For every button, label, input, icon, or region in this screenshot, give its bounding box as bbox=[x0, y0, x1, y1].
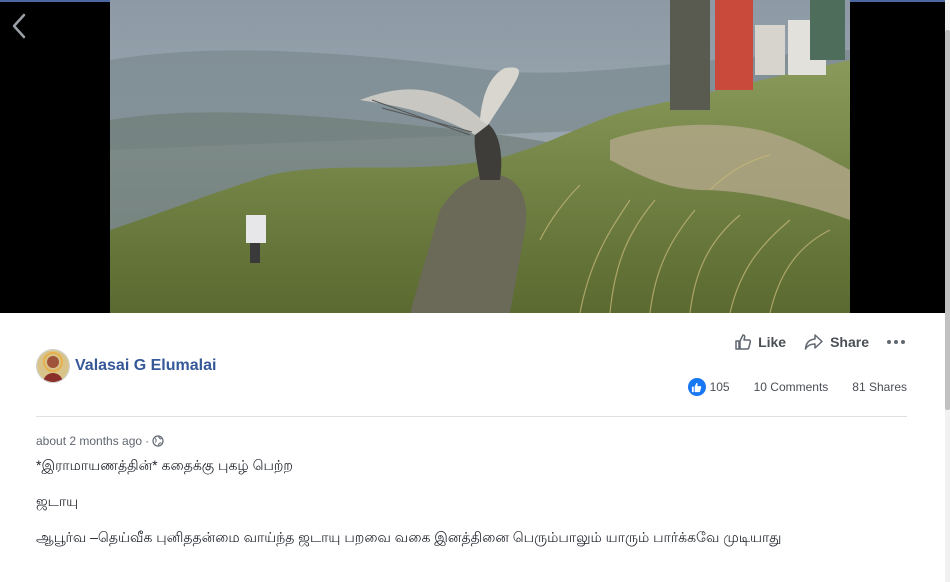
share-label: Share bbox=[830, 334, 869, 350]
meta-separator: · bbox=[145, 434, 150, 448]
like-label: Like bbox=[758, 334, 787, 350]
scrollbar-thumb[interactable] bbox=[945, 30, 950, 410]
author-avatar[interactable] bbox=[36, 349, 70, 383]
video-still-image bbox=[110, 0, 850, 313]
video-frame[interactable] bbox=[110, 0, 850, 313]
share-button[interactable]: Share bbox=[804, 333, 869, 351]
reactions-count[interactable]: 105 bbox=[687, 378, 730, 396]
globe-icon[interactable] bbox=[152, 435, 164, 447]
post-stats: 105 10 Comments 81 Shares bbox=[687, 378, 907, 396]
shares-count-link[interactable]: 81 Shares bbox=[852, 380, 907, 394]
like-reaction-icon bbox=[687, 378, 706, 396]
thumbs-up-icon bbox=[735, 334, 752, 350]
post-actions: Like Share bbox=[734, 333, 907, 351]
post-meta: about 2 months ago · bbox=[36, 434, 164, 448]
author-name-link[interactable]: Valasai G Elumalai bbox=[75, 357, 216, 375]
back-arrow-icon[interactable] bbox=[8, 12, 30, 40]
share-arrow-icon bbox=[804, 334, 823, 350]
post-paragraph: ஆபூர்வ –தெய்வீக புனிததன்மை வாய்ந்த ஜடாயு… bbox=[36, 529, 782, 545]
section-divider bbox=[36, 416, 907, 417]
page-scrollbar[interactable] bbox=[945, 0, 950, 582]
post-timestamp[interactable]: about 2 months ago bbox=[36, 434, 142, 448]
post-body: *இராமாயணத்தின்* கதைக்கு புகழ் பெற்ற ஜடாய… bbox=[36, 456, 886, 564]
post-paragraph: *இராமாயணத்தின்* கதைக்கு புகழ் பெற்ற bbox=[36, 457, 293, 473]
like-button[interactable]: Like bbox=[734, 333, 786, 351]
post-paragraph: ஜடாயு bbox=[36, 493, 79, 509]
reactions-number: 105 bbox=[709, 380, 730, 394]
post-author: Valasai G Elumalai bbox=[36, 349, 216, 383]
more-options-icon[interactable] bbox=[887, 337, 907, 347]
video-player[interactable] bbox=[0, 0, 945, 313]
comments-count-link[interactable]: 10 Comments bbox=[754, 380, 829, 394]
